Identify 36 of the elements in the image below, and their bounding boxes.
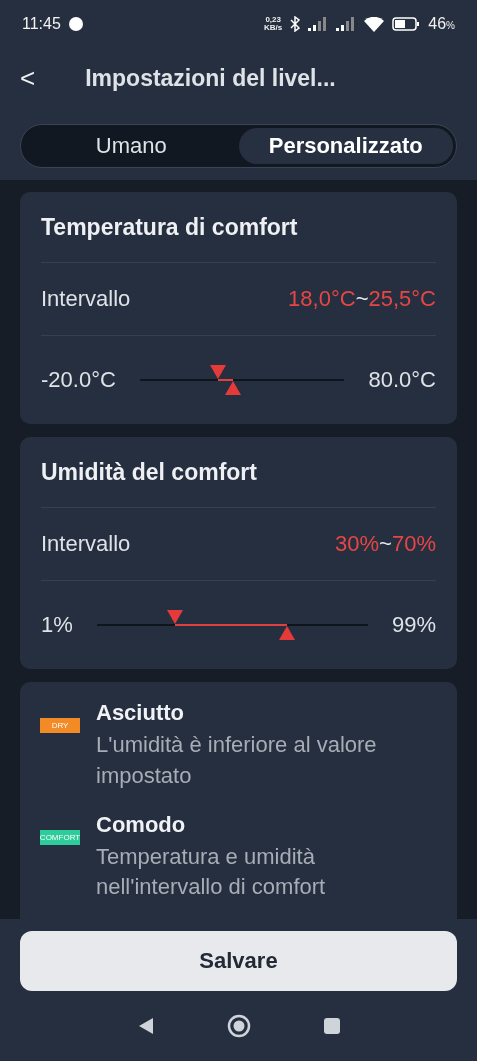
signal-icon	[308, 17, 329, 31]
bluetooth-icon	[290, 16, 301, 32]
network-speed: 0,23 KB/s	[264, 16, 283, 32]
range-label: Intervallo	[41, 286, 131, 312]
range-label: Intervallo	[41, 531, 131, 557]
range-value: 30%~70%	[335, 531, 436, 557]
max-label: 99%	[391, 612, 436, 638]
recents-nav-icon[interactable]	[322, 1017, 341, 1035]
back-button[interactable]: <	[20, 62, 36, 94]
tab[interactable]: Personalizzato	[238, 128, 453, 164]
range-slider[interactable]	[96, 609, 368, 641]
clock: 11:45	[22, 15, 61, 33]
battery-icon	[392, 17, 421, 31]
min-label: 1%	[41, 612, 73, 638]
max-label: 80.0°C	[368, 367, 436, 393]
status-tag: COMFORT	[40, 829, 80, 845]
legend-title: Comodo	[96, 811, 187, 838]
battery-percent: 46%	[428, 15, 455, 33]
range-slider[interactable]	[139, 364, 345, 396]
range-value: 18,0°C~25,5°C	[288, 286, 436, 312]
min-label: -20.0°C	[41, 367, 116, 393]
wifi-icon	[364, 16, 385, 32]
card-title: Umidità del comfort	[41, 437, 436, 508]
page-title: Impostazioni del livel...	[85, 64, 336, 92]
card-title: Temperatura di comfort	[41, 192, 436, 263]
legend-description: Temperatura e umidità nell'intervallo di comfort	[96, 842, 327, 902]
slider-thumb[interactable]	[224, 381, 241, 395]
slider-thumb[interactable]	[209, 365, 226, 379]
legend-title: Asciutto	[96, 700, 185, 726]
signal-icon	[336, 17, 357, 31]
status-tag: DRY	[40, 718, 80, 733]
legend-description: L'umidità è inferiore al valore impostato	[96, 731, 378, 790]
home-nav-icon[interactable]	[226, 1014, 251, 1038]
save-button[interactable]: Salvare	[20, 931, 457, 991]
notification-dot-icon	[68, 17, 83, 31]
tab[interactable]: Umano	[24, 128, 239, 164]
